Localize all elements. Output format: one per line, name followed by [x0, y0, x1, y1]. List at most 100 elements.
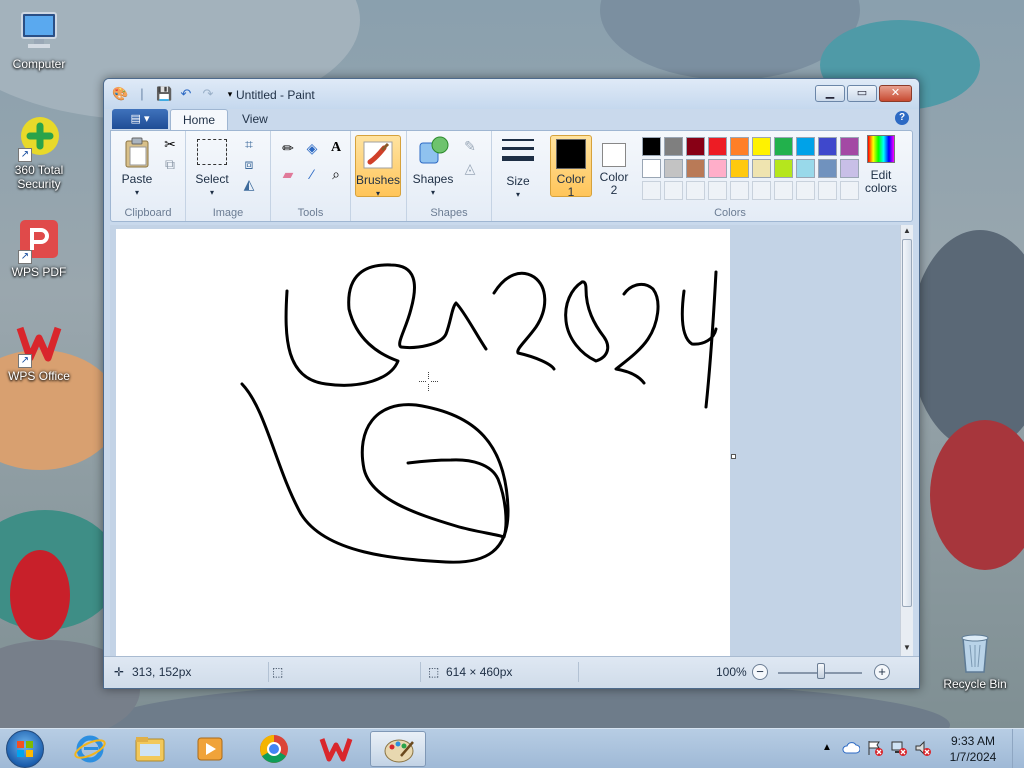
maximize-button[interactable]: ▭: [847, 85, 877, 102]
palette-color-swatch[interactable]: [708, 159, 727, 178]
pencil-icon[interactable]: ✏: [279, 139, 297, 157]
scroll-up-icon[interactable]: ▲: [902, 226, 912, 238]
fill-icon[interactable]: ◬: [461, 159, 479, 177]
custom-color-slot[interactable]: [730, 181, 749, 200]
palette-color-swatch[interactable]: [796, 137, 815, 156]
desktop-icon-wps-pdf[interactable]: ↗ WPS PDF: [0, 216, 78, 279]
fill-bucket-icon[interactable]: ◈: [303, 139, 321, 157]
shortcut-arrow-icon: ↗: [18, 354, 32, 368]
show-hidden-icons-icon[interactable]: ▲: [822, 742, 832, 753]
canvas-resize-handle[interactable]: [731, 454, 736, 459]
custom-color-slot[interactable]: [752, 181, 771, 200]
palette-color-swatch[interactable]: [708, 137, 727, 156]
taskbar-media-player[interactable]: [182, 731, 238, 767]
rotate-icon[interactable]: ◭: [240, 175, 258, 193]
palette-color-swatch[interactable]: [752, 137, 771, 156]
save-icon[interactable]: 💾: [156, 86, 172, 102]
custom-color-slot[interactable]: [774, 181, 793, 200]
eraser-icon[interactable]: ▰: [279, 165, 297, 183]
minimize-button[interactable]: ▁: [815, 85, 845, 102]
cloud-sync-icon[interactable]: [842, 739, 861, 757]
crop-icon[interactable]: ⌗: [240, 135, 258, 153]
desktop-icon-computer[interactable]: Computer: [0, 8, 78, 71]
palette-color-swatch[interactable]: [818, 137, 837, 156]
taskbar-file-explorer[interactable]: [122, 731, 178, 767]
status-separator: [578, 662, 579, 682]
action-center-flag-icon[interactable]: [866, 739, 884, 757]
palette-color-swatch[interactable]: [774, 159, 793, 178]
palette-color-swatch[interactable]: [642, 159, 661, 178]
vertical-scrollbar[interactable]: ▲ ▼: [900, 225, 913, 656]
select-button[interactable]: Select ▾: [192, 137, 232, 199]
zoom-in-button[interactable]: +: [874, 664, 890, 680]
custom-color-slot[interactable]: [664, 181, 683, 200]
palette-color-swatch[interactable]: [774, 137, 793, 156]
canvas-size-icon: ⬚: [428, 665, 440, 679]
file-menu-button[interactable]: ▤ ▾: [112, 109, 168, 129]
wps-office-icon: [319, 738, 353, 762]
palette-color-swatch[interactable]: [686, 137, 705, 156]
custom-color-slot[interactable]: [642, 181, 661, 200]
taskbar-wps-office[interactable]: [308, 731, 364, 767]
palette-color-swatch[interactable]: [796, 159, 815, 178]
clipboard-group: Paste ▾ ✂ ⧉ Clipboard: [111, 131, 186, 221]
custom-color-slot[interactable]: [686, 181, 705, 200]
custom-color-slot[interactable]: [796, 181, 815, 200]
size-button[interactable]: Size ▾: [498, 137, 538, 201]
palette-color-swatch[interactable]: [642, 137, 661, 156]
brushes-label: Brushes: [356, 173, 401, 187]
custom-color-slot[interactable]: [818, 181, 837, 200]
palette-color-swatch[interactable]: [730, 159, 749, 178]
edit-colors-button[interactable]: Edit colors: [856, 135, 906, 195]
help-icon[interactable]: ?: [895, 111, 909, 125]
palette-color-swatch[interactable]: [664, 137, 683, 156]
taskbar-internet-explorer[interactable]: [62, 731, 118, 767]
custom-color-slot[interactable]: [708, 181, 727, 200]
shapes-label: Shapes: [412, 172, 454, 186]
window-controls: ▁ ▭ ✕: [815, 85, 912, 102]
copy-icon[interactable]: ⧉: [161, 155, 179, 173]
scroll-thumb[interactable]: [902, 239, 912, 607]
redo-icon[interactable]: ↷: [200, 86, 216, 102]
zoom-out-button[interactable]: −: [752, 664, 768, 680]
status-bar: ✛ 313, 152px ⬚ ⬚ 614 × 460px 100% − +: [104, 656, 919, 688]
paste-label: Paste: [121, 172, 153, 186]
paint-app-icon[interactable]: 🎨: [112, 86, 128, 102]
show-desktop-button[interactable]: [1012, 729, 1024, 768]
size-label: Size: [506, 174, 530, 188]
palette-color-swatch[interactable]: [752, 159, 771, 178]
color-picker-icon[interactable]: ⁄: [303, 165, 321, 183]
desktop-icon-wps-office[interactable]: ↗ WPS Office: [0, 320, 78, 383]
undo-icon[interactable]: ↶: [178, 86, 194, 102]
network-icon[interactable]: [890, 739, 908, 757]
drawing-canvas[interactable]: [116, 229, 730, 656]
scroll-down-icon[interactable]: ▼: [902, 643, 912, 655]
tab-home[interactable]: Home: [170, 109, 229, 131]
tab-view[interactable]: View: [230, 109, 280, 131]
text-tool-icon[interactable]: A: [327, 139, 345, 157]
resize-icon[interactable]: ⧈: [240, 155, 258, 173]
cut-icon[interactable]: ✂: [161, 135, 179, 153]
paste-button[interactable]: Paste ▾: [117, 137, 157, 199]
desktop-icon-360-total-security[interactable]: ↗ 360 Total Security: [0, 114, 78, 191]
title-bar[interactable]: 🎨 | 💾 ↶ ↷ ▾ Untitled - Paint ▁ ▭ ✕: [104, 79, 919, 109]
shapes-button[interactable]: Shapes ▾: [411, 135, 455, 199]
group-label: Colors: [714, 207, 746, 219]
desktop-icon-recycle-bin[interactable]: Recycle Bin: [936, 630, 1014, 691]
close-button[interactable]: ✕: [879, 85, 912, 102]
start-button[interactable]: [6, 730, 44, 768]
system-clock[interactable]: 9:33 AM 1/7/2024: [940, 733, 1006, 765]
outline-icon[interactable]: ✎: [461, 137, 479, 155]
volume-muted-icon[interactable]: [914, 739, 932, 757]
palette-color-swatch[interactable]: [730, 137, 749, 156]
magnifier-icon[interactable]: ⌕: [327, 165, 345, 183]
color1-button[interactable]: Color 1: [550, 135, 592, 199]
zoom-slider-knob[interactable]: [817, 663, 825, 679]
taskbar-paint[interactable]: [370, 731, 426, 767]
palette-color-swatch[interactable]: [818, 159, 837, 178]
brushes-button[interactable]: Brushes ▾: [355, 135, 401, 198]
palette-color-swatch[interactable]: [686, 159, 705, 178]
palette-color-swatch[interactable]: [664, 159, 683, 178]
color2-button[interactable]: Color 2: [594, 135, 634, 197]
taskbar-chrome[interactable]: [246, 731, 302, 767]
